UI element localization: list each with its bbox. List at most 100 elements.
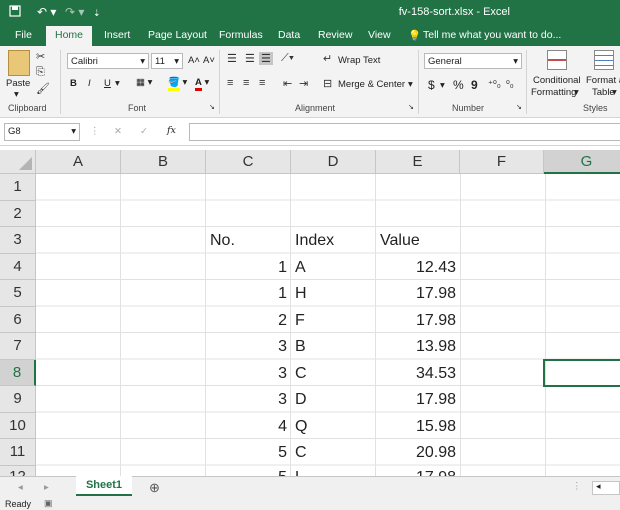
conditional-formatting-label-1[interactable]: Conditional	[533, 75, 581, 86]
cell-index[interactable]: Q	[291, 413, 376, 440]
cell-no[interactable]: 4	[206, 413, 291, 440]
row-header-9[interactable]: 9	[0, 386, 36, 413]
insert-function-icon[interactable]: fx	[167, 125, 176, 136]
align-top-icon[interactable]: ☰	[227, 52, 237, 65]
row-header-10[interactable]: 10	[0, 412, 36, 439]
cell-value[interactable]: 17.98	[376, 466, 460, 477]
increase-decimal-icon[interactable]: ⁺⁰₀	[488, 79, 501, 90]
tab-file[interactable]: File	[15, 29, 32, 41]
tab-data[interactable]: Data	[278, 29, 300, 41]
row-header-12[interactable]: 12	[0, 465, 36, 477]
align-center-icon[interactable]: ≡	[243, 77, 249, 89]
header-value[interactable]: Value	[376, 227, 460, 254]
font-color-icon[interactable]: A ▾	[195, 77, 209, 91]
wrap-text-icon[interactable]: ↵	[323, 52, 332, 65]
align-bottom-icon[interactable]: ☰	[259, 52, 273, 65]
paste-button[interactable]: Paste	[6, 78, 30, 89]
row-header-8[interactable]: 8	[0, 359, 36, 386]
conditional-formatting-label-2[interactable]: Formatting	[531, 87, 576, 98]
wrap-text-button[interactable]: Wrap Text	[338, 55, 380, 66]
tab-insert[interactable]: Insert	[104, 29, 130, 41]
copy-icon[interactable]: ⎘	[36, 66, 45, 79]
cell-no[interactable]: 1	[206, 254, 291, 281]
row-header-11[interactable]: 11	[0, 439, 36, 466]
cell-index[interactable]: H	[291, 280, 376, 307]
row-header-3[interactable]: 3	[0, 227, 36, 254]
prev-sheet-icon[interactable]: ◂	[18, 482, 23, 493]
add-sheet-button[interactable]: ⊕	[149, 480, 160, 496]
name-box[interactable]: G8 ▾	[4, 123, 80, 141]
align-left-icon[interactable]: ≡	[227, 77, 233, 89]
column-header-b[interactable]: B	[121, 150, 206, 174]
row-header-5[interactable]: 5	[0, 280, 36, 307]
cell-index[interactable]: F	[291, 307, 376, 334]
cell-value[interactable]: 12.43	[376, 254, 460, 281]
cell-no[interactable]: 1	[206, 280, 291, 307]
cell-no[interactable]: 3	[206, 360, 291, 387]
cell-index[interactable]: A	[291, 254, 376, 281]
grow-font-icon[interactable]: A˄	[188, 55, 200, 66]
enter-icon[interactable]: ✓	[140, 126, 148, 137]
format-as-table-label-1[interactable]: Format as	[586, 75, 620, 86]
macro-record-icon[interactable]: ▣	[44, 498, 53, 509]
cell-index[interactable]: C	[291, 439, 376, 466]
column-header-g[interactable]: G	[544, 150, 620, 174]
cell-value[interactable]: 17.98	[376, 307, 460, 334]
increase-indent-icon[interactable]: ⇥	[299, 77, 308, 90]
number-format-box[interactable]: General ▾	[424, 53, 522, 69]
cell-value[interactable]: 34.53	[376, 360, 460, 387]
column-header-c[interactable]: C	[206, 150, 291, 174]
format-painter-icon[interactable]: 🖌	[36, 82, 50, 95]
cell-no[interactable]: 2	[206, 307, 291, 334]
tab-home[interactable]: Home	[46, 26, 93, 46]
format-as-table-icon[interactable]	[594, 50, 614, 70]
bold-button[interactable]: B	[70, 78, 77, 89]
font-name-box[interactable]: Calibri ▾	[67, 53, 149, 69]
next-sheet-icon[interactable]: ▸	[44, 482, 49, 493]
tab-review[interactable]: Review	[318, 29, 352, 41]
row-header-2[interactable]: 2	[0, 200, 36, 227]
italic-button[interactable]: I	[88, 78, 91, 89]
row-header-7[interactable]: 7	[0, 333, 36, 360]
font-size-box[interactable]: 11 ▾	[151, 53, 183, 69]
column-header-d[interactable]: D	[291, 150, 376, 174]
decrease-indent-icon[interactable]: ⇤	[283, 77, 292, 90]
align-middle-icon[interactable]: ☰	[245, 52, 255, 65]
cell-value[interactable]: 17.98	[376, 280, 460, 307]
cell-no[interactable]: 3	[206, 333, 291, 360]
tab-view[interactable]: View	[368, 29, 391, 41]
align-right-icon[interactable]: ≡	[259, 77, 265, 89]
shrink-font-icon[interactable]: A˅	[203, 55, 215, 66]
cell-value[interactable]: 13.98	[376, 333, 460, 360]
fill-color-icon[interactable]: 🪣 ▾	[168, 77, 187, 91]
header-no[interactable]: No.	[206, 227, 291, 254]
tab-formulas[interactable]: Formulas	[219, 29, 263, 41]
cell-no[interactable]: 3	[206, 386, 291, 413]
percent-button[interactable]: %	[453, 78, 464, 92]
cell-no[interactable]: 5	[206, 439, 291, 466]
merge-center-icon[interactable]: ⊟	[323, 77, 332, 90]
cell-value[interactable]: 17.98	[376, 386, 460, 413]
merge-center-button[interactable]: Merge & Center	[338, 79, 405, 90]
paste-icon[interactable]	[8, 50, 30, 76]
cell-no[interactable]: 5	[206, 466, 291, 477]
cancel-icon[interactable]: ✕	[114, 126, 122, 137]
tab-page-layout[interactable]: Page Layout	[148, 29, 207, 41]
column-header-e[interactable]: E	[376, 150, 460, 174]
cell-index[interactable]: D	[291, 386, 376, 413]
tell-me-search[interactable]: Tell me what you want to do...	[423, 29, 561, 41]
formula-input[interactable]	[189, 123, 620, 141]
cut-icon[interactable]: ✂	[36, 50, 45, 63]
cell-value[interactable]: 20.98	[376, 439, 460, 466]
horizontal-scrollbar[interactable]: ◂	[592, 481, 620, 495]
cell-index[interactable]: C	[291, 360, 376, 387]
select-all-corner[interactable]	[0, 150, 36, 174]
cell-index[interactable]: B	[291, 333, 376, 360]
currency-button[interactable]: $	[428, 78, 435, 92]
row-header-1[interactable]: 1	[0, 174, 36, 201]
row-header-4[interactable]: 4	[0, 253, 36, 280]
cell-index[interactable]: L	[291, 466, 376, 477]
conditional-formatting-icon[interactable]	[547, 50, 567, 70]
selected-cell[interactable]	[543, 358, 620, 387]
cell-value[interactable]: 15.98	[376, 413, 460, 440]
